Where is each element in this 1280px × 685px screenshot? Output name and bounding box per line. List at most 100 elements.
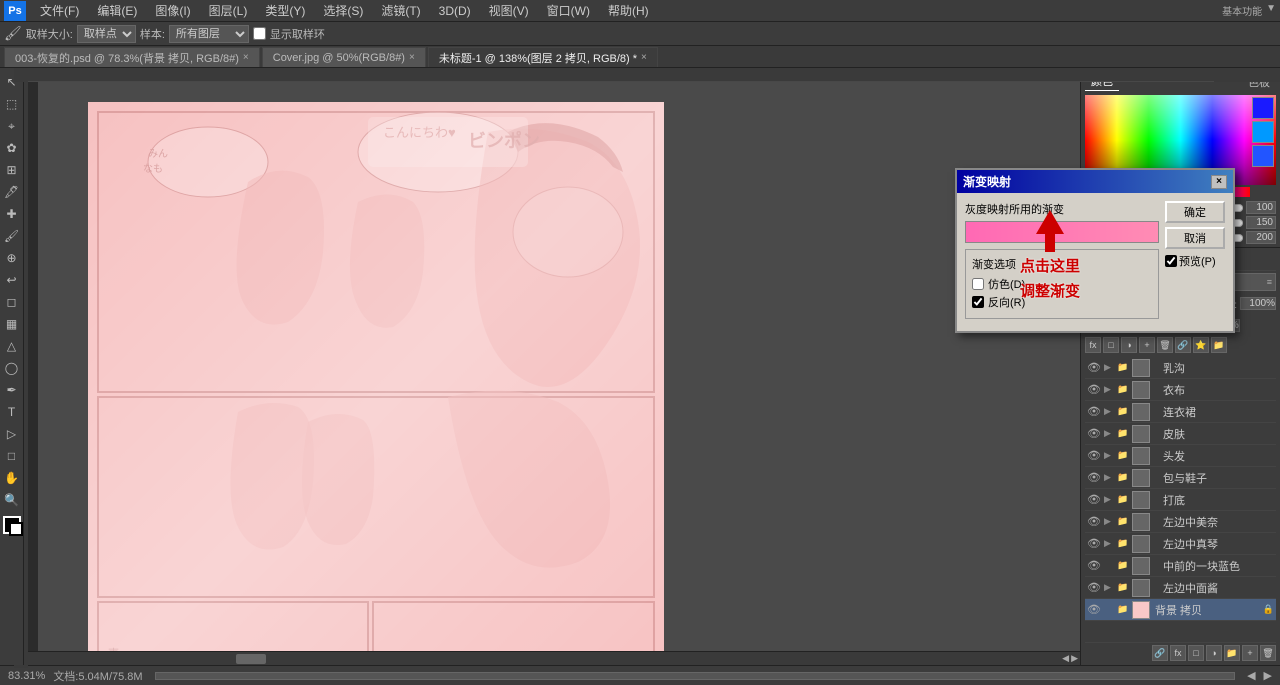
menu-edit[interactable]: 编辑(E) [89, 0, 145, 21]
ok-button[interactable]: 确定 [1165, 201, 1225, 223]
show-sampling-checkbox[interactable] [253, 27, 266, 40]
nav-next[interactable]: ▶ [1264, 669, 1272, 682]
layer-link-btn[interactable]: 🔗 [1152, 645, 1168, 661]
r-value[interactable] [1246, 201, 1276, 214]
layer-item[interactable]: 👁 📁 背景 拷贝 🔒 [1085, 599, 1276, 621]
gradient-map-dialog[interactable]: 渐变映射 × 灰度映射所用的渐变 渐变选项 仿色(D) [955, 168, 1235, 333]
healing-tool[interactable]: ✚ [2, 204, 22, 224]
history-brush-tool[interactable]: ↩ [2, 270, 22, 290]
nav-prev[interactable]: ◀ [1247, 669, 1255, 682]
layer-visibility[interactable]: 👁 [1087, 581, 1101, 594]
preview-checkbox[interactable] [1165, 255, 1177, 267]
g-value[interactable] [1246, 216, 1276, 229]
layer-mask-btn[interactable]: □ [1188, 645, 1204, 661]
type-tool[interactable]: T [2, 402, 22, 422]
layer-visibility[interactable]: 👁 [1087, 361, 1101, 374]
layer-expand-icon[interactable]: ▶ [1104, 472, 1114, 483]
brush-tool[interactable]: 🖌 [2, 226, 22, 246]
foreground-color[interactable] [3, 516, 21, 534]
zoom-tool[interactable]: 🔍 [2, 490, 22, 510]
dodge-tool[interactable]: ◯ [2, 358, 22, 378]
gradient-preview[interactable] [965, 221, 1159, 243]
reverse-checkbox[interactable] [972, 296, 984, 308]
eraser-tool[interactable]: ◻ [2, 292, 22, 312]
canvas-area[interactable]: みん なも ビンポン こんにちわ♥ [38, 82, 1080, 665]
layer-visibility[interactable]: 👁 [1087, 603, 1101, 616]
link-layers-btn[interactable]: 🔗 [1175, 337, 1191, 353]
b-value[interactable] [1246, 231, 1276, 244]
layer-expand-icon[interactable]: ▶ [1104, 362, 1114, 373]
layer-visibility[interactable]: 👁 [1087, 449, 1101, 462]
layer-expand-icon[interactable]: ▶ [1104, 494, 1114, 505]
path-select-tool[interactable]: ▷ [2, 424, 22, 444]
layer-visibility[interactable]: 👁 [1087, 383, 1101, 396]
layer-expand-icon[interactable]: ▶ [1104, 406, 1114, 417]
layer-expand-icon[interactable]: ▶ [1104, 428, 1114, 439]
layer-visibility[interactable]: 👁 [1087, 537, 1101, 550]
dither-checkbox[interactable] [972, 278, 984, 290]
layer-expand-icon[interactable]: ▶ [1104, 384, 1114, 395]
menu-image[interactable]: 图像(I) [147, 0, 198, 21]
scroll-right-btn[interactable]: ▶ [1071, 653, 1078, 664]
marquee-tool[interactable]: ⬚ [2, 94, 22, 114]
add-layer-btn[interactable]: + [1139, 337, 1155, 353]
layer-item[interactable]: 👁 ▶ 📁 打底 [1085, 489, 1276, 511]
layer-item[interactable]: 👁 ▶ 📁 左边中面酱 [1085, 577, 1276, 599]
layer-style-btn[interactable]: ⭐ [1193, 337, 1209, 353]
pen-tool[interactable]: ✒ [2, 380, 22, 400]
layer-fx-btn[interactable]: fx [1170, 645, 1186, 661]
delete-layer-btn[interactable]: 🗑 [1157, 337, 1173, 353]
layer-item[interactable]: 👁 📁 中前的一块蓝色 [1085, 555, 1276, 577]
quick-select-tool[interactable]: ✿ [2, 138, 22, 158]
layer-expand-icon[interactable]: ▶ [1104, 538, 1114, 549]
menu-help[interactable]: 帮助(H) [600, 0, 657, 21]
layer-visibility[interactable]: 👁 [1087, 493, 1101, 506]
menu-file[interactable]: 文件(F) [32, 0, 87, 21]
menu-select[interactable]: 选择(S) [315, 0, 371, 21]
layer-folder-btn[interactable]: 📁 [1224, 645, 1240, 661]
opacity-value[interactable] [1240, 297, 1276, 310]
color-swatch-1[interactable] [1252, 97, 1274, 119]
sample-select[interactable]: 所有图层 [169, 25, 249, 43]
layer-item[interactable]: 👁 ▶ 📁 左边中真琴 [1085, 533, 1276, 555]
layer-item[interactable]: 👁 ▶ 📁 头发 [1085, 445, 1276, 467]
layer-item[interactable]: 👁 ▶ 📁 乳沟 [1085, 357, 1276, 379]
layer-item[interactable]: 👁 ▶ 📁 包与鞋子 [1085, 467, 1276, 489]
layer-delete-btn[interactable]: 🗑 [1260, 645, 1276, 661]
fx-btn[interactable]: fx [1085, 337, 1101, 353]
tab-0-close[interactable]: × [243, 52, 249, 63]
scroll-left-btn[interactable]: ◀ [1062, 653, 1069, 664]
gradient-tool[interactable]: ▦ [2, 314, 22, 334]
menu-layer[interactable]: 图层(L) [201, 0, 256, 21]
layer-item[interactable]: 👁 ▶ 📁 皮肤 [1085, 423, 1276, 445]
tab-2-close[interactable]: × [641, 52, 647, 63]
h-scroll-thumb[interactable] [236, 654, 266, 664]
new-group-btn[interactable]: 📁 [1211, 337, 1227, 353]
layer-expand-icon[interactable]: ▶ [1104, 516, 1114, 527]
tab-0[interactable]: 003-恢复的.psd @ 78.3%(背景 拷贝, RGB/8#) × [4, 47, 260, 67]
layer-visibility[interactable]: 👁 [1087, 559, 1101, 572]
menu-type[interactable]: 类型(Y) [257, 0, 313, 21]
cancel-button[interactable]: 取消 [1165, 227, 1225, 249]
layer-create-btn[interactable]: + [1242, 645, 1258, 661]
blur-tool[interactable]: △ [2, 336, 22, 356]
shape-tool[interactable]: □ [2, 446, 22, 466]
layer-visibility[interactable]: 👁 [1087, 427, 1101, 440]
menu-view[interactable]: 视图(V) [481, 0, 537, 21]
color-swatch-3[interactable] [1252, 145, 1274, 167]
layer-item[interactable]: 👁 ▶ 📁 衣布 [1085, 379, 1276, 401]
hand-tool[interactable]: ✋ [2, 468, 22, 488]
menu-3d[interactable]: 3D(D) [431, 2, 479, 20]
adjustment-btn[interactable]: ◑ [1121, 337, 1137, 353]
menu-window[interactable]: 窗口(W) [539, 0, 598, 21]
tab-1[interactable]: Cover.jpg @ 50%(RGB/8#) × [262, 47, 426, 67]
dialog-close-button[interactable]: × [1211, 175, 1227, 189]
layer-item[interactable]: 👁 ▶ 📁 连衣裙 [1085, 401, 1276, 423]
tab-1-close[interactable]: × [409, 52, 415, 63]
layer-expand-icon[interactable]: ▶ [1104, 582, 1114, 593]
crop-tool[interactable]: ⊞ [2, 160, 22, 180]
lasso-tool[interactable]: ⌖ [2, 116, 22, 136]
layer-visibility[interactable]: 👁 [1087, 515, 1101, 528]
layer-visibility[interactable]: 👁 [1087, 471, 1101, 484]
layer-expand-icon[interactable]: ▶ [1104, 450, 1114, 461]
